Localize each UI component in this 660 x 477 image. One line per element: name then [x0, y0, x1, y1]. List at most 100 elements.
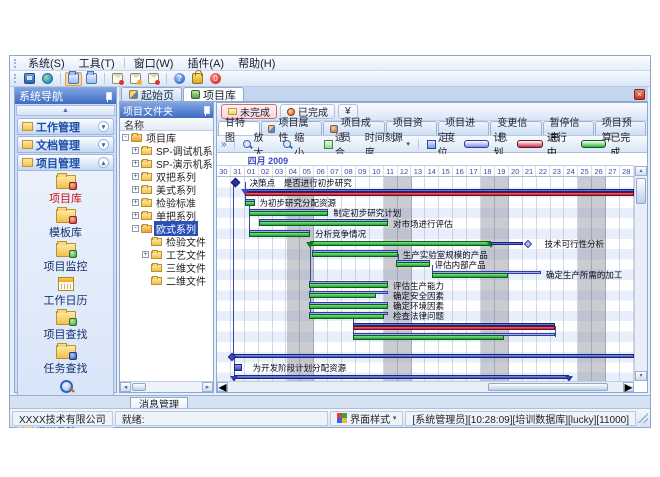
legend-swatch — [464, 140, 490, 148]
day-header: 3031010203040506070809101112131415161718… — [217, 166, 634, 177]
expander-minus-icon[interactable]: - — [122, 134, 129, 141]
day-header-cell: 31 — [231, 166, 245, 176]
tree-hscrollbar[interactable]: ◂ ▸ — [120, 381, 213, 392]
task-bar[interactable] — [309, 302, 388, 309]
tool-button-适合[interactable]: 适合 — [320, 137, 359, 151]
nav-group-1[interactable]: 文档管理▾ — [17, 136, 114, 153]
toolbar-button-lock-icon[interactable] — [189, 72, 206, 86]
task-bar[interactable] — [309, 291, 388, 298]
task-bar[interactable] — [309, 312, 388, 319]
menu-item-2[interactable]: 窗口(W) — [127, 56, 181, 70]
scroll-left-button[interactable]: ◂ — [217, 382, 228, 392]
toolbar-button-stop-icon[interactable]: 0 — [207, 72, 224, 86]
tree-node-二维文件[interactable]: 二维文件 — [120, 274, 213, 287]
dependency-connector — [555, 326, 556, 336]
toolbar-button-folder-open-icon[interactable] — [65, 72, 82, 86]
toolbar-button-globe-icon[interactable] — [39, 72, 56, 86]
doc-tab-项目库[interactable]: 项目库 — [183, 87, 244, 101]
doc-tab-起始页[interactable]: 起始页 — [121, 87, 182, 101]
toolbar-button-mail-edit-icon[interactable] — [127, 72, 144, 86]
day-column — [523, 177, 537, 383]
scroll-thumb[interactable] — [488, 383, 608, 391]
tool-button-放大[interactable]: 放大 — [239, 137, 278, 151]
expander-plus-icon[interactable]: + — [132, 147, 139, 154]
day-header-cell: 12 — [398, 166, 412, 176]
expander-plus-icon[interactable]: + — [132, 186, 139, 193]
expander-plus-icon[interactable]: + — [132, 173, 139, 180]
toolbar-button-folder-computer-icon[interactable] — [83, 72, 100, 86]
task-bar-active[interactable] — [353, 323, 555, 330]
plan-task-box[interactable] — [234, 364, 242, 371]
gantt-hscrollbar[interactable]: ◂ ▸ — [217, 381, 634, 392]
sidebar-item-项目库[interactable]: 项目库 — [18, 175, 113, 206]
task-bar[interactable] — [432, 271, 540, 278]
pin-icon[interactable] — [201, 106, 210, 115]
summary-plan-bar[interactable] — [234, 375, 569, 379]
overflow-chevron[interactable]: » — [221, 139, 227, 150]
task-bar[interactable] — [312, 250, 398, 257]
task-bar[interactable] — [249, 209, 328, 216]
sidebar-item-模板库[interactable]: 模板库 — [18, 209, 113, 240]
pin-icon[interactable] — [103, 92, 112, 101]
day-column — [453, 177, 467, 383]
scroll-thumb[interactable] — [636, 178, 646, 204]
scroll-down-button[interactable]: ▾ — [635, 371, 647, 381]
scroll-left-button[interactable]: ◂ — [120, 382, 131, 392]
sidebar-item-项目监控[interactable]: 项目监控 — [18, 243, 113, 274]
scroll-thumb[interactable] — [132, 383, 146, 391]
toolbar-button-mail-new-icon[interactable] — [109, 72, 126, 86]
summary-bar-active[interactable] — [245, 189, 634, 196]
menu-item-0[interactable]: 系统(S) — [21, 56, 72, 70]
task-bar[interactable] — [249, 230, 310, 237]
weekend-column — [495, 177, 509, 383]
progress-bar — [396, 262, 429, 267]
nav-group-2[interactable]: 项目管理▴ — [17, 154, 114, 171]
tool-button-缩小[interactable]: 缩小 — [279, 137, 318, 151]
progress-bar — [432, 273, 508, 278]
gantt-vscrollbar[interactable]: ▴ ▾ — [634, 166, 647, 381]
toolbar-button-monitor-icon[interactable] — [21, 72, 38, 86]
folder-project-icon — [56, 175, 76, 189]
task-bar[interactable] — [259, 219, 388, 226]
nav-collapse-button[interactable]: ▲ — [16, 105, 115, 116]
tool-button-定位[interactable]: 定位 — [423, 137, 462, 151]
task-bar[interactable] — [396, 260, 429, 267]
tree-column-header[interactable]: 名称 — [120, 118, 213, 131]
sidebar-item-项目查找[interactable]: 项目查找 — [18, 311, 113, 342]
expander-plus-icon[interactable]: + — [142, 251, 149, 258]
toolbar-button-mail-block-icon[interactable] — [145, 72, 162, 86]
folder-icon — [22, 140, 33, 149]
day-header-cell: 07 — [328, 166, 342, 176]
active-bar — [353, 326, 555, 330]
sidebar-item-任务查找[interactable]: 任务查找 — [18, 345, 113, 376]
chevron-up-icon: ▴ — [98, 157, 109, 168]
tool-button-时间刻度[interactable]: 时间刻度▾ — [361, 137, 414, 151]
expander-plus-icon[interactable]: + — [132, 199, 139, 206]
main-toolbar: ?0 — [10, 71, 650, 87]
sidebar-item-工作日历[interactable]: 工作日历 — [18, 277, 113, 308]
expander-plus-icon[interactable]: + — [132, 160, 139, 167]
sidebar-item-label: 工作日历 — [44, 292, 88, 308]
task-bar[interactable] — [353, 333, 555, 340]
expander-minus-icon[interactable]: - — [132, 225, 139, 232]
tab-close-button[interactable]: × — [634, 89, 645, 100]
resize-grip[interactable] — [638, 413, 648, 423]
menu-item-1[interactable]: 工具(T) — [72, 56, 122, 70]
expander-plus-icon[interactable]: + — [132, 212, 139, 219]
menu-item-3[interactable]: 插件(A) — [180, 56, 231, 70]
scroll-up-button[interactable]: ▴ — [635, 166, 647, 176]
summary-bar-done[interactable] — [310, 241, 491, 246]
chip — [69, 352, 77, 360]
summary-plan-bar[interactable] — [232, 354, 634, 358]
task-bar[interactable] — [245, 199, 255, 206]
ui-style-button[interactable]: 界面样式 ▾ — [330, 411, 403, 426]
task-bar[interactable] — [309, 281, 388, 288]
scroll-right-button[interactable]: ▸ — [623, 382, 634, 392]
toolbar-button-help-icon[interactable]: ? — [171, 72, 188, 86]
menu-item-4[interactable]: 帮助(H) — [231, 56, 282, 70]
toolbar-separator — [60, 73, 61, 84]
nav-group-0[interactable]: 工作管理▾ — [17, 118, 114, 135]
start-arrow-icon — [241, 189, 249, 195]
scroll-right-button[interactable]: ▸ — [202, 382, 213, 392]
fit-icon — [324, 140, 333, 149]
